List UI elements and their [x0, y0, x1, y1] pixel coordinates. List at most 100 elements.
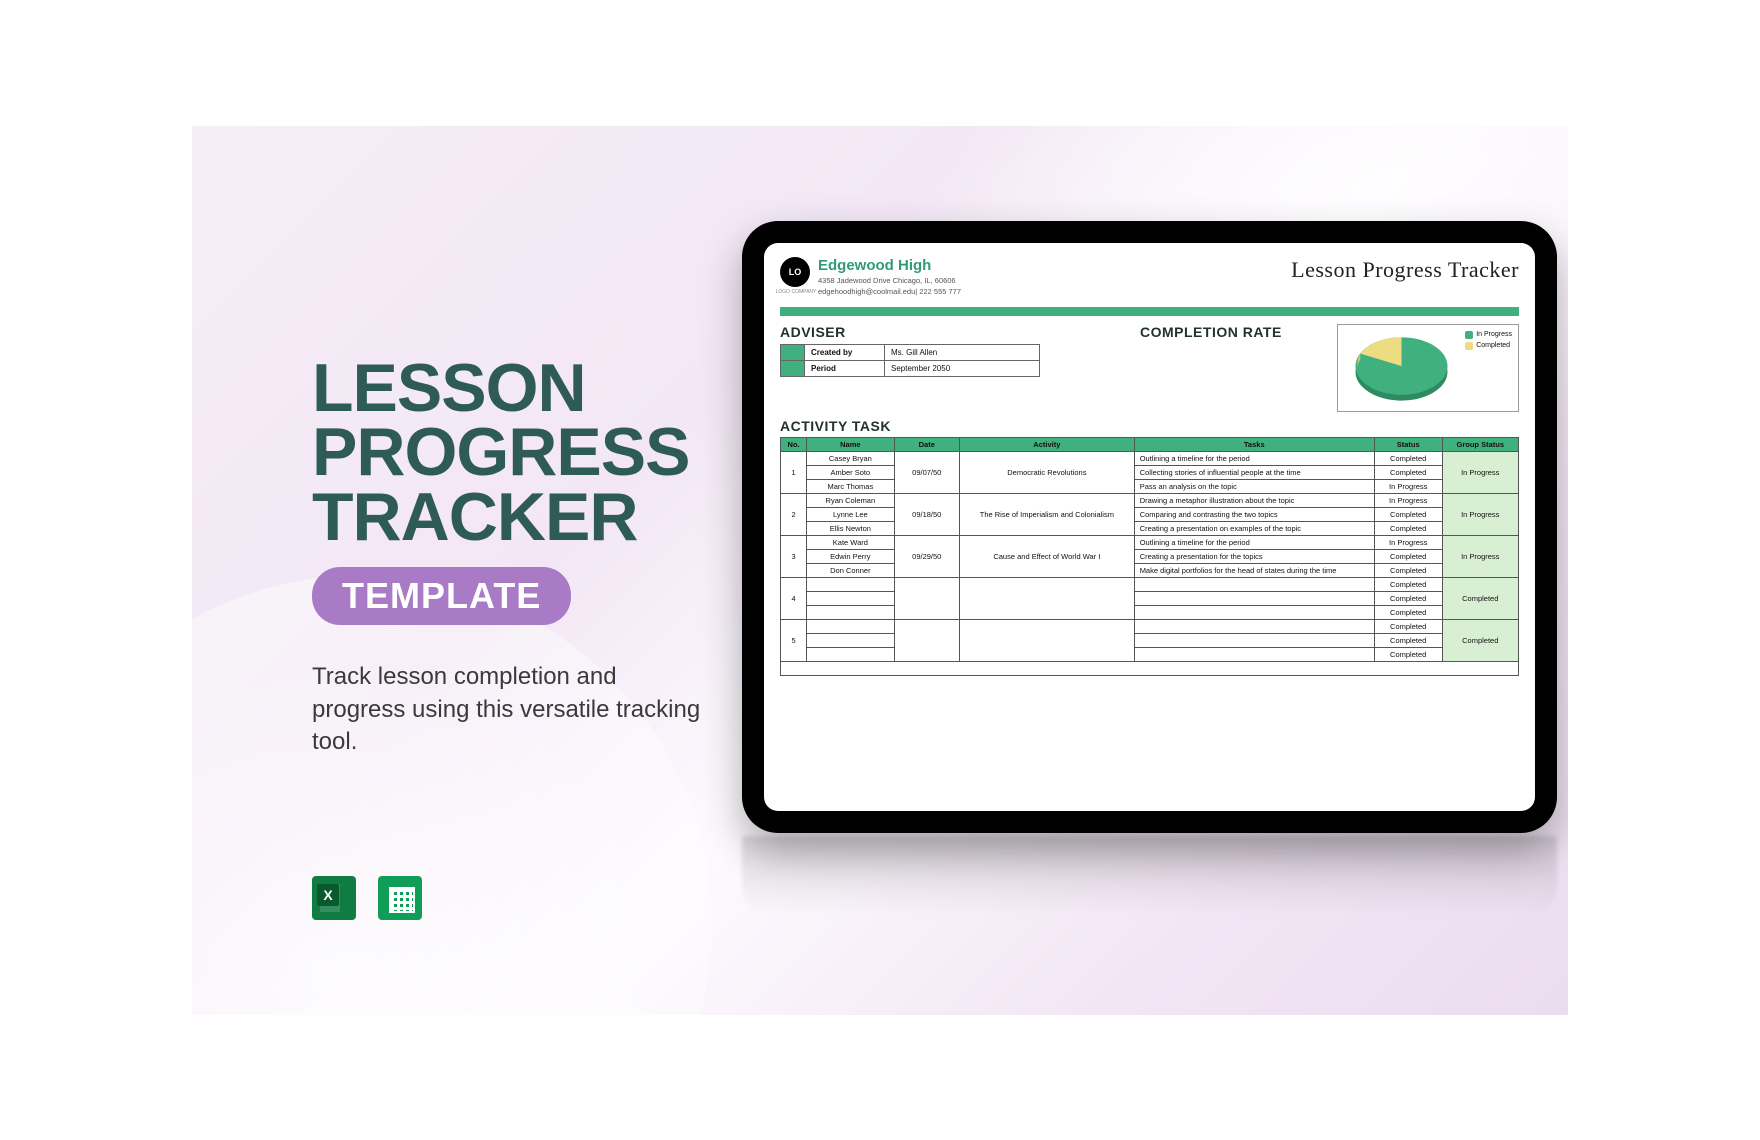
template-badge: TEMPLATE: [312, 567, 571, 625]
google-sheets-icon: [378, 876, 422, 920]
promo-title: LESSON PROGRESS TRACKER: [312, 356, 722, 550]
pie-chart-box: In Progress Completed: [1337, 324, 1519, 412]
cell: Outlining a timeline for the period: [1134, 452, 1374, 466]
cell: 2: [781, 494, 807, 536]
cell: [1134, 592, 1374, 606]
activity-table: No. Name Date Activity Tasks Status Grou…: [780, 437, 1519, 662]
title-line: PROGRESS: [312, 420, 722, 485]
cell: Completed: [1374, 634, 1442, 648]
table-row: 2Ryan Coleman09/18/50The Rise of Imperia…: [781, 494, 1519, 508]
cell: 09/29/50: [894, 536, 960, 578]
logo-icon: LOGO: [780, 257, 810, 287]
cell: [960, 578, 1135, 620]
cell: Completed: [1374, 648, 1442, 662]
cell: [1134, 606, 1374, 620]
table-row: Completed: [781, 634, 1519, 648]
table-row: Lynne Lee Comparing and contrasting the t…: [781, 508, 1519, 522]
school-address: 4358 Jadewood Drive Chicago, IL, 60606: [818, 276, 961, 286]
cell: Creating a presentation for the topics: [1134, 550, 1374, 564]
col-activity: Activity: [960, 438, 1135, 452]
cell: [1134, 620, 1374, 634]
pie-chart: [1344, 329, 1459, 407]
cell: Casey Bryan: [807, 452, 894, 466]
cell: [1134, 578, 1374, 592]
table-row: Completed: [781, 648, 1519, 662]
table-row: Ellis NewtonCreating a presentation on e…: [781, 522, 1519, 536]
title-line: LESSON: [312, 356, 722, 421]
cell: Drawing a metaphor illustration about th…: [1134, 494, 1374, 508]
cell: [807, 592, 894, 606]
cell: [807, 606, 894, 620]
cell: Completed: [1374, 564, 1442, 578]
table-header-row: No. Name Date Activity Tasks Status Grou…: [781, 438, 1519, 452]
cell: [1134, 648, 1374, 662]
cell: In Progress: [1442, 536, 1518, 578]
school-contact: edgehoodhigh@coolmail.edu| 222 555 777: [818, 287, 961, 297]
table-row: Don ConnerMake digital portfolios for th…: [781, 564, 1519, 578]
school-name: Edgewood High: [818, 257, 961, 274]
cell: Collecting stories of influential people…: [1134, 466, 1374, 480]
tablet-reflection: [742, 836, 1557, 916]
adviser-table: Created byMs. Gill Allen PeriodSeptember…: [780, 344, 1040, 377]
cell: Completed: [1374, 592, 1442, 606]
col-date: Date: [894, 438, 960, 452]
chart-legend: In Progress Completed: [1465, 329, 1512, 351]
cell: Completed: [1374, 606, 1442, 620]
cell: 3: [781, 536, 807, 578]
cell: Outlining a timeline for the period: [1134, 536, 1374, 550]
tablet-device: LOGO Edgewood High 4358 Jadewood Drive C…: [742, 221, 1557, 833]
cell: [807, 648, 894, 662]
cell: Pass an analysis on the topic: [1134, 480, 1374, 494]
completion-section: COMPLETION RATE: [1140, 324, 1519, 412]
cell: Completed: [1442, 620, 1518, 662]
cell: 5: [781, 620, 807, 662]
table-row: Completed: [781, 606, 1519, 620]
cell: Democratic Revolutions: [960, 452, 1135, 494]
app-icons: [312, 876, 422, 920]
adviser-heading: ADVISER: [780, 324, 1100, 340]
value: September 2050: [885, 361, 1040, 377]
divider-bar: [780, 307, 1519, 316]
excel-icon: [312, 876, 356, 920]
cell: 1: [781, 452, 807, 494]
col-tasks: Tasks: [1134, 438, 1374, 452]
table-row: Completed: [781, 592, 1519, 606]
cell: Cause and Effect of World War I: [960, 536, 1135, 578]
cell: Completed: [1442, 578, 1518, 620]
cell: Edwin Perry: [807, 550, 894, 564]
cell: Completed: [1374, 466, 1442, 480]
cell: Ellis Newton: [807, 522, 894, 536]
cell: Completed: [1374, 578, 1442, 592]
table-row: 5CompletedCompleted: [781, 620, 1519, 634]
activity-heading: ACTIVITY TASK: [780, 418, 1519, 434]
cell: Comparing and contrasting the two topics: [1134, 508, 1374, 522]
spreadsheet-screen: LOGO Edgewood High 4358 Jadewood Drive C…: [764, 243, 1535, 811]
tablet-area: LOGO Edgewood High 4358 Jadewood Drive C…: [722, 126, 1568, 1015]
cell: 4: [781, 578, 807, 620]
cell: Completed: [1374, 508, 1442, 522]
table-row: 4CompletedCompleted: [781, 578, 1519, 592]
cell: In Progress: [1374, 480, 1442, 494]
cell: [807, 620, 894, 634]
legend-item: In Progress: [1476, 329, 1512, 340]
cell: [1134, 634, 1374, 648]
promo-card: LESSON PROGRESS TRACKER TEMPLATE Track l…: [192, 126, 1568, 1015]
cell: Completed: [1374, 452, 1442, 466]
cell: [960, 620, 1135, 662]
cell: [807, 578, 894, 592]
promo-description: Track lesson completion and progress usi…: [312, 661, 702, 758]
label: Period: [805, 361, 885, 377]
cell: The Rise of Imperialism and Colonialism: [960, 494, 1135, 536]
cell: In Progress: [1442, 494, 1518, 536]
cell: [894, 578, 960, 620]
table-row: Marc Thomas Pass an analysis on the topic…: [781, 480, 1519, 494]
cell: Completed: [1374, 620, 1442, 634]
cell: Lynne Lee: [807, 508, 894, 522]
cell: Marc Thomas: [807, 480, 894, 494]
cell: 09/18/50: [894, 494, 960, 536]
legend-item: Completed: [1476, 340, 1510, 351]
promo-left: LESSON PROGRESS TRACKER TEMPLATE Track l…: [192, 126, 722, 1015]
page-title: Lesson Progress Tracker: [1291, 257, 1519, 283]
cell: Kate Ward: [807, 536, 894, 550]
cell: Don Conner: [807, 564, 894, 578]
